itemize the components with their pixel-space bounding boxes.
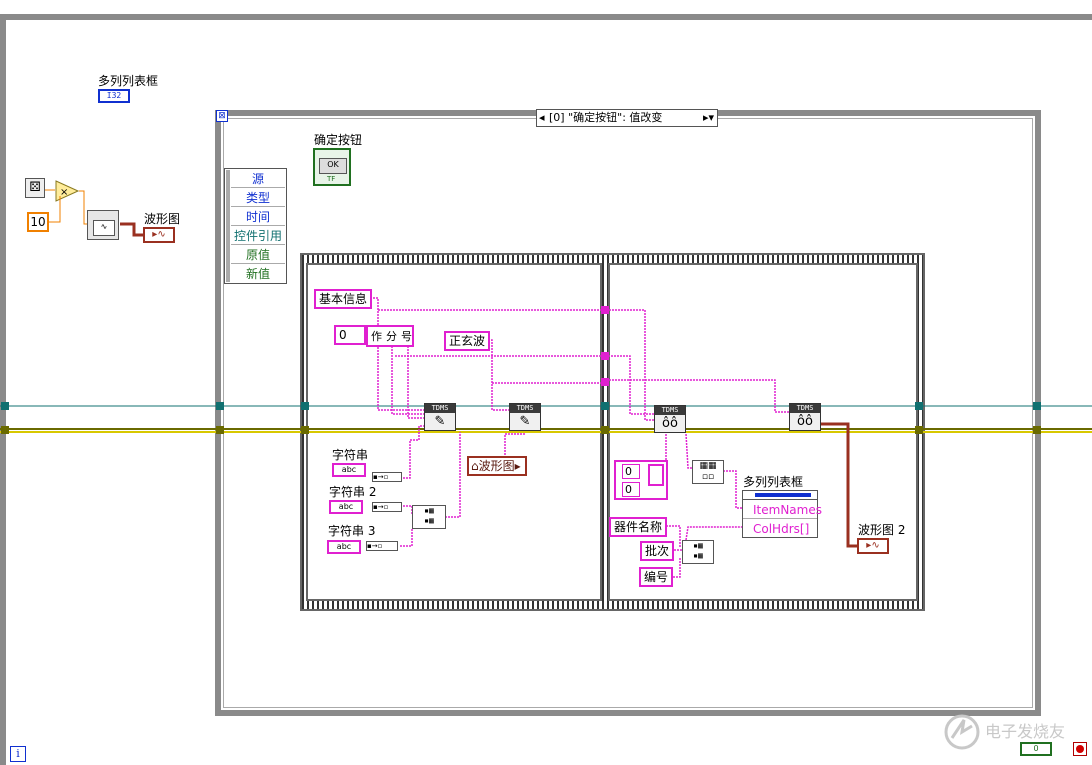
tdms-read-2[interactable]: TDMS ôô bbox=[789, 403, 821, 431]
listbox-property-label: 多列列表框 bbox=[743, 475, 804, 489]
col-headers-text: ColHdrs[] bbox=[753, 522, 810, 536]
tunnel-err-event bbox=[216, 426, 224, 434]
tdms-read-1-header: TDMS bbox=[655, 406, 685, 415]
build-array-1[interactable]: ▪▦ ▪▦ bbox=[412, 505, 446, 529]
loop-count-text: 0 bbox=[1033, 744, 1039, 753]
string-label-1: 字符串 bbox=[332, 448, 369, 462]
pencil-icon: ✎ bbox=[519, 414, 531, 429]
tunnel-ref-event bbox=[216, 402, 224, 410]
array-item-2: 分 bbox=[386, 330, 397, 343]
abc-text-2: abc bbox=[338, 502, 354, 511]
tunnel-ref-left bbox=[1, 402, 9, 410]
component-name-text: 器件名称 bbox=[614, 520, 663, 534]
sine-constant[interactable]: 正玄波 bbox=[444, 331, 491, 351]
tunnel-ref-right bbox=[915, 402, 923, 410]
string-array-constant[interactable]: 作 分 号 bbox=[366, 325, 414, 347]
sine-text: 正玄波 bbox=[449, 334, 486, 348]
abc-text-1: abc bbox=[341, 465, 357, 474]
array-index-text: 0 bbox=[339, 328, 347, 342]
pencil-icon: ✎ bbox=[434, 414, 446, 429]
tdms-write-2-header: TDMS bbox=[510, 404, 540, 413]
basic-info-text: 基本信息 bbox=[319, 292, 368, 306]
batch-constant[interactable]: 批次 bbox=[640, 541, 675, 561]
listbox-property-node[interactable]: ItemNames ColHdrs[] bbox=[742, 490, 822, 538]
waveform-ref-text: 波形图 bbox=[478, 459, 515, 473]
transpose-array-node[interactable]: ▦▦ ▫▫ bbox=[692, 460, 724, 484]
item-names-property[interactable]: ItemNames bbox=[743, 501, 822, 519]
col-headers-property[interactable]: ColHdrs[] bbox=[743, 520, 817, 538]
array-item-1: 作 bbox=[371, 330, 382, 343]
tdms-read-1[interactable]: TDMS ôô bbox=[654, 405, 686, 433]
tunnel-err-mid bbox=[601, 426, 609, 434]
code-constant[interactable]: 编号 bbox=[639, 567, 674, 587]
index-constants[interactable]: 0 0 bbox=[614, 460, 668, 500]
stop-icon[interactable] bbox=[1073, 742, 1087, 756]
string-label-3: 字符串 3 bbox=[328, 524, 376, 538]
tdms-write-1[interactable]: TDMS ✎ bbox=[424, 403, 456, 431]
string-node-2[interactable]: ▪→▫ bbox=[372, 502, 402, 512]
index-b-text: 0 bbox=[625, 483, 632, 496]
tdms-read-2-header: TDMS bbox=[790, 404, 820, 413]
tunnel-ref-mid bbox=[601, 402, 609, 410]
string-control-3[interactable]: abc bbox=[327, 540, 361, 554]
tunnel-ref-seq bbox=[301, 402, 309, 410]
glasses-icon: ôô bbox=[662, 416, 678, 431]
info-icon-text: i bbox=[16, 747, 20, 760]
watermark-text: 电子发烧友 bbox=[985, 722, 1066, 741]
info-icon[interactable]: i bbox=[10, 746, 26, 762]
batch-text: 批次 bbox=[645, 544, 670, 558]
tunnel-pink-3 bbox=[601, 378, 609, 386]
tunnel-err-right bbox=[915, 426, 923, 434]
item-names-text: ItemNames bbox=[753, 503, 822, 517]
basic-info-constant[interactable]: 基本信息 bbox=[314, 289, 373, 309]
string-control-2[interactable]: abc bbox=[329, 500, 363, 514]
array-index[interactable]: 0 bbox=[334, 325, 366, 345]
abc-text-3: abc bbox=[336, 542, 352, 551]
watermark-logo bbox=[942, 712, 982, 752]
graph2-label: 波形图 2 bbox=[858, 523, 906, 537]
index-a-text: 0 bbox=[625, 465, 632, 478]
string-control-1[interactable]: abc bbox=[332, 463, 366, 477]
tunnel-pink-1 bbox=[601, 306, 609, 314]
waveform-reference[interactable]: ⌂波形图▸ bbox=[467, 456, 527, 476]
array-item-3: 号 bbox=[401, 330, 412, 343]
string-label-2: 字符串 2 bbox=[329, 485, 377, 499]
tdms-write-1-header: TDMS bbox=[425, 404, 455, 413]
string-node-1[interactable]: ▪→▫ bbox=[372, 472, 402, 482]
code-text: 编号 bbox=[644, 570, 669, 584]
tunnel-err-event-right bbox=[1033, 426, 1041, 434]
wires-layer bbox=[0, 189, 1092, 578]
tdms-write-2[interactable]: TDMS ✎ bbox=[509, 403, 541, 431]
string-node-3[interactable]: ▪→▫ bbox=[366, 541, 398, 551]
glasses-icon: ôô bbox=[797, 414, 813, 429]
component-name-constant[interactable]: 器件名称 bbox=[609, 517, 668, 537]
tunnel-err-left bbox=[1, 426, 9, 434]
loop-condition-terminal[interactable]: 0 bbox=[1020, 742, 1052, 756]
build-array-2[interactable]: ▪▦ ▪▦ bbox=[682, 540, 714, 564]
tunnel-pink-2 bbox=[601, 352, 609, 360]
waveform-graph-2-terminal[interactable]: ▸∿ bbox=[857, 538, 889, 554]
tunnel-err-seq bbox=[301, 426, 309, 434]
tunnel-ref-event-right bbox=[1033, 402, 1041, 410]
